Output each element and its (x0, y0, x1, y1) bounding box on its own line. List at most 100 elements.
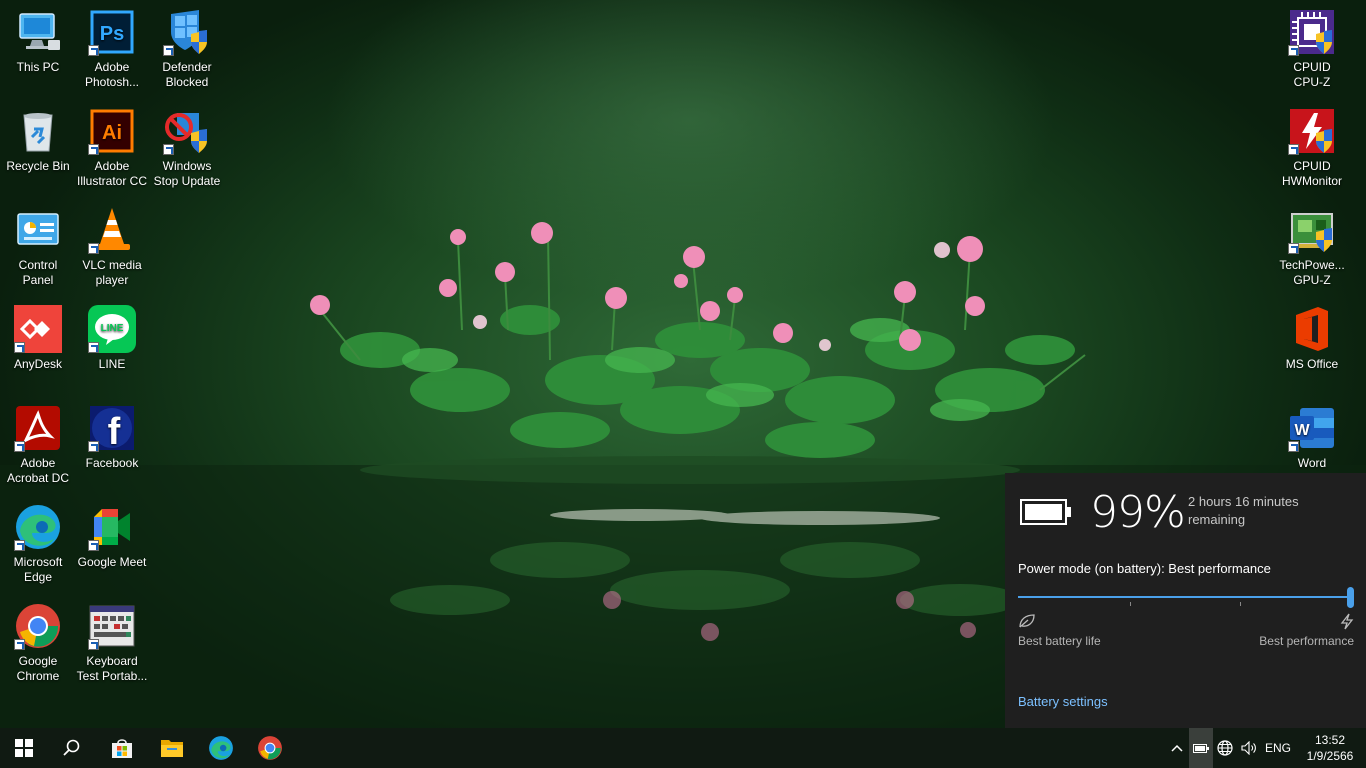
desktop-icon-acrobat[interactable]: Adobe Acrobat DC (0, 404, 76, 486)
shortcut-arrow-icon (88, 441, 99, 452)
edge-icon (14, 503, 62, 551)
icon-label: Windows Stop Update (153, 159, 221, 188)
desktop-icon-chrome[interactable]: Google Chrome (0, 602, 76, 684)
windows-logo-icon (15, 739, 33, 757)
tray-volume-button[interactable] (1238, 728, 1260, 768)
photoshop-icon: Ps (88, 8, 136, 56)
chrome-icon (14, 602, 62, 650)
taskbar-microsoft-store[interactable] (98, 728, 146, 768)
desktop-icon-word[interactable]: W Word (1274, 404, 1350, 471)
desktop-icon-line[interactable]: LINE LINE (74, 305, 150, 372)
line-icon: LINE (88, 305, 136, 353)
acrobat-icon (14, 404, 62, 452)
battery-settings-link[interactable]: Battery settings (1018, 694, 1108, 709)
slider-tick (1240, 602, 1241, 606)
icon-label: This PC (16, 60, 60, 74)
desktop-icon-defender-blocked[interactable]: Defender Blocked (149, 8, 225, 90)
desktop-icon-photoshop[interactable]: Ps Adobe Photosh... (74, 8, 150, 90)
recycle-bin-icon (14, 107, 62, 155)
shortcut-arrow-icon (14, 441, 25, 452)
show-hidden-icons-button[interactable] (1166, 728, 1188, 768)
taskbar-chrome[interactable] (246, 728, 294, 768)
icon-label: Adobe Acrobat DC (6, 456, 70, 485)
windows-stop-update-icon (163, 107, 211, 155)
desktop-icon-edge[interactable]: Microsoft Edge (0, 503, 76, 585)
desktop-icon-google-meet[interactable]: Google Meet (74, 503, 150, 570)
clock-time: 13:52 (1314, 733, 1346, 747)
edge-icon (209, 736, 233, 760)
taskbar: ENG 13:52 1/9/2566 (0, 728, 1366, 768)
icon-label: MS Office (1285, 357, 1339, 371)
icon-label: CPUID CPU-Z (1293, 60, 1331, 89)
tray-clock[interactable]: 13:52 1/9/2566 (1298, 732, 1362, 764)
icon-label: Google Chrome (16, 654, 60, 683)
line-glyph-text: LINE (101, 323, 124, 334)
desktop-icon-facebook[interactable]: f Facebook (74, 404, 150, 471)
battery-flyout: 99% 2 hours 16 minutes remaining Power m… (1005, 473, 1366, 728)
start-button[interactable] (0, 728, 48, 768)
desktop-icon-this-pc[interactable]: This PC (0, 8, 76, 75)
desktop[interactable]: This PC Ps Adobe Photosh... Defender Blo… (0, 0, 1366, 728)
shortcut-arrow-icon (88, 45, 99, 56)
shortcut-arrow-icon (14, 342, 25, 353)
power-mode-slider[interactable] (1018, 585, 1354, 609)
battery-time-remaining: 2 hours 16 minutes remaining (1188, 494, 1299, 527)
icon-label: Word (1297, 456, 1327, 470)
word-icon: W (1288, 404, 1336, 452)
search-button[interactable] (48, 728, 96, 768)
search-icon (63, 739, 80, 756)
desktop-icon-control-panel[interactable]: Control Panel (0, 206, 76, 288)
desktop-icon-gpu-z[interactable]: TechPowe... GPU-Z (1274, 206, 1350, 288)
best-battery-life-label: Best battery life (1018, 634, 1101, 648)
desktop-icon-recycle-bin[interactable]: Recycle Bin (0, 107, 76, 174)
desktop-icon-anydesk[interactable]: AnyDesk (0, 305, 76, 372)
icon-label: Google Meet (77, 555, 147, 569)
globe-network-icon (1217, 740, 1233, 756)
anydesk-icon (14, 305, 62, 353)
illustrator-icon: Ai (88, 107, 136, 155)
icon-label: Facebook (85, 456, 139, 470)
desktop-icon-windows-stop-update[interactable]: Windows Stop Update (149, 107, 225, 189)
chevron-up-icon (1171, 744, 1183, 752)
facebook-icon: f (88, 404, 136, 452)
shortcut-arrow-icon (88, 243, 99, 254)
battery-icon (1193, 743, 1209, 753)
battery-full-icon (1020, 499, 1071, 525)
file-explorer-icon (161, 740, 183, 757)
icon-label: LINE (98, 357, 126, 371)
taskbar-edge[interactable] (197, 728, 245, 768)
google-meet-icon (88, 503, 136, 551)
cpu-z-icon (1288, 8, 1336, 56)
desktop-icon-ms-office[interactable]: MS Office (1274, 305, 1350, 372)
icon-label: Recycle Bin (6, 159, 70, 173)
desktop-icon-cpu-z[interactable]: CPUID CPU-Z (1274, 8, 1350, 90)
tray-battery-button[interactable] (1189, 728, 1213, 768)
slider-thumb[interactable] (1347, 587, 1354, 608)
desktop-icon-keyboard-test[interactable]: Keyboard Test Portab... (74, 602, 150, 684)
shortcut-arrow-icon (163, 144, 174, 155)
desktop-icon-illustrator[interactable]: Ai Adobe Illustrator CC (74, 107, 150, 189)
desktop-icon-hwmonitor[interactable]: CPUID HWMonitor (1274, 107, 1350, 189)
battery-percentage: 99% (1090, 487, 1186, 538)
keyboard-test-icon (88, 602, 136, 650)
icon-label: Keyboard Test Portab... (76, 654, 148, 683)
slider-tick (1130, 602, 1131, 606)
best-performance-label: Best performance (1259, 634, 1354, 648)
hwmonitor-icon (1288, 107, 1336, 155)
slider-track[interactable] (1018, 596, 1354, 598)
photoshop-glyph-text: Ps (100, 23, 124, 45)
ms-office-icon (1288, 305, 1336, 353)
chrome-icon (258, 736, 282, 760)
icon-label: Control Panel (18, 258, 58, 287)
shortcut-arrow-icon (14, 639, 25, 650)
clock-date: 1/9/2566 (1306, 749, 1354, 763)
desktop-icon-vlc[interactable]: VLC media player (74, 206, 150, 288)
shortcut-arrow-icon (1288, 45, 1299, 56)
shortcut-arrow-icon (88, 342, 99, 353)
shortcut-arrow-icon (88, 540, 99, 551)
icon-label: Adobe Photosh... (84, 60, 140, 89)
tray-network-button[interactable] (1214, 728, 1236, 768)
taskbar-file-explorer[interactable] (148, 728, 196, 768)
battery-saver-leaf-icon (1019, 614, 1035, 628)
tray-input-language[interactable]: ENG (1262, 728, 1294, 768)
